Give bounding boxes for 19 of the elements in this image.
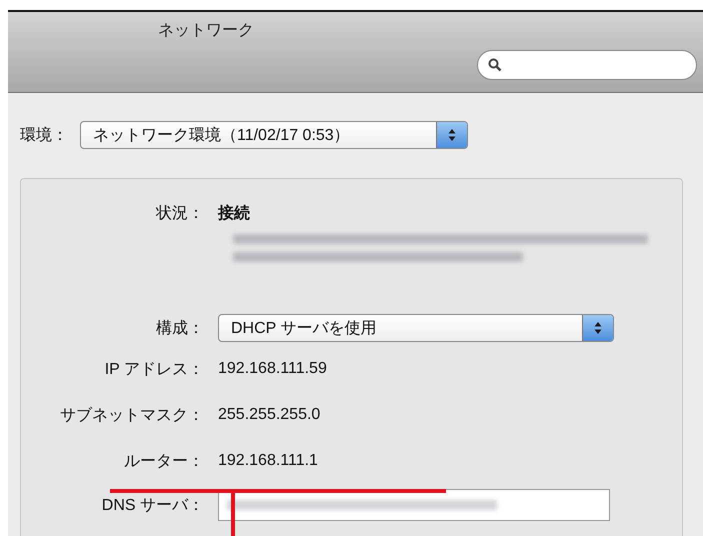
location-popup[interactable]: ネットワーク環境（11/02/17 0:53） (80, 121, 468, 149)
stepper-icon (582, 315, 613, 341)
field-label: サブネットマスク： (59, 406, 205, 426)
field-label: ルーター： (123, 452, 205, 472)
stepper-icon (436, 122, 467, 148)
search-icon (488, 58, 502, 72)
search-field[interactable] (477, 50, 697, 80)
field-value: 255.255.255.0 (218, 406, 320, 424)
status-value: 接続 (218, 203, 250, 224)
dns-field[interactable] (218, 489, 610, 521)
field-label: DNS サーバ： (100, 496, 205, 516)
field-value: 192.168.111.1 (218, 452, 318, 470)
field-label: 構成： (155, 318, 205, 338)
window-title: ネットワーク (158, 21, 254, 41)
field-label: 状況： (154, 204, 205, 224)
field-label: IP アドレス： (104, 360, 205, 380)
location-label: 環境： (19, 126, 68, 146)
config-popup[interactable]: DHCP サーバを使用 (218, 314, 614, 342)
field-value: 192.168.111.59 (218, 360, 327, 378)
